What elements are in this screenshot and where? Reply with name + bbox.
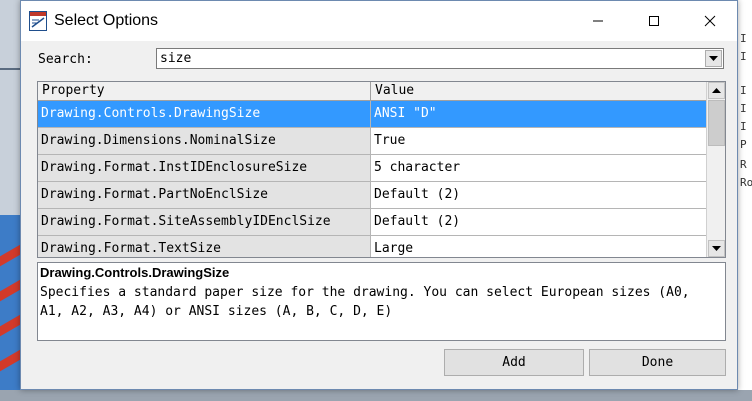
chevron-down-icon [709, 55, 718, 61]
background-text: I [740, 32, 747, 45]
background-text: I [740, 50, 747, 63]
scroll-up-button[interactable] [708, 82, 725, 99]
background-app-left [0, 0, 22, 401]
search-input[interactable] [157, 49, 702, 68]
background-taskbar-edge [0, 390, 752, 401]
property-cell[interactable]: Drawing.Dimensions.NominalSize [38, 128, 371, 154]
options-grid: Property Value Drawing.Controls.DrawingS… [37, 81, 726, 258]
table-row[interactable]: Drawing.Format.InstIDEnclosureSize 5 cha… [38, 155, 706, 182]
background-text: I [740, 102, 747, 115]
minimize-button[interactable] [575, 1, 621, 41]
search-dropdown-button[interactable] [705, 50, 722, 67]
background-blue-area [0, 215, 22, 401]
value-cell[interactable]: Default (2) [371, 209, 706, 235]
background-text: I [740, 84, 747, 97]
background-text: I [740, 120, 747, 133]
property-cell[interactable]: Drawing.Controls.DrawingSize [38, 101, 371, 127]
background-text: P [740, 138, 747, 151]
scroll-thumb[interactable] [708, 100, 725, 146]
table-row[interactable]: Drawing.Dimensions.NominalSize True [38, 128, 706, 155]
property-cell[interactable]: Drawing.Format.SiteAssemblyIDEnclSize [38, 209, 371, 235]
window-title: Select Options [54, 12, 159, 29]
grid-header: Property Value [38, 82, 706, 101]
value-cell[interactable]: Default (2) [371, 182, 706, 208]
search-label: Search: [38, 52, 93, 67]
maximize-button[interactable] [631, 1, 677, 41]
property-cell[interactable]: Drawing.Format.InstIDEnclosureSize [38, 155, 371, 181]
search-combobox[interactable] [156, 48, 724, 69]
table-row[interactable]: Drawing.Format.SiteAssemblyIDEnclSize De… [38, 209, 706, 236]
grid-rows: Drawing.Controls.DrawingSize ANSI "D" Dr… [38, 101, 706, 257]
value-cell[interactable]: ANSI "D" [371, 101, 706, 127]
triangle-down-icon [712, 245, 721, 251]
column-header-property[interactable]: Property [38, 82, 371, 100]
maximize-icon [649, 16, 659, 26]
property-cell[interactable]: Drawing.Format.PartNoEnclSize [38, 182, 371, 208]
description-text: Specifies a standard paper size for the … [40, 285, 690, 319]
drawing-app-icon [29, 11, 47, 31]
minimize-icon [593, 20, 603, 22]
value-cell[interactable]: 5 character [371, 155, 706, 181]
close-button[interactable] [687, 1, 733, 41]
table-row[interactable]: Drawing.Controls.DrawingSize ANSI "D" [38, 101, 706, 128]
select-options-dialog: Select Options Search: Property Value Dr… [20, 0, 738, 390]
table-row[interactable]: Drawing.Format.PartNoEnclSize Default (2… [38, 182, 706, 209]
background-text: Ro [740, 176, 752, 189]
background-text: R [740, 158, 747, 171]
add-button[interactable]: Add [444, 349, 584, 376]
value-cell[interactable]: Large [371, 236, 706, 257]
triangle-up-icon [712, 87, 721, 93]
scroll-down-button[interactable] [708, 240, 725, 257]
done-button[interactable]: Done [589, 349, 726, 376]
background-app-right: I I I I I P R Ro [737, 0, 752, 401]
property-cell[interactable]: Drawing.Format.TextSize [38, 236, 371, 257]
background-divider [0, 68, 22, 70]
description-title: Drawing.Controls.DrawingSize [40, 265, 230, 280]
description-panel: Drawing.Controls.DrawingSize Specifies a… [37, 262, 726, 341]
value-cell[interactable]: True [371, 128, 706, 154]
column-header-value[interactable]: Value [371, 82, 706, 100]
close-icon [704, 15, 716, 27]
grid-vertical-scrollbar[interactable] [706, 82, 725, 257]
table-row[interactable]: Drawing.Format.TextSize Large [38, 236, 706, 257]
title-bar[interactable]: Select Options [21, 1, 737, 41]
